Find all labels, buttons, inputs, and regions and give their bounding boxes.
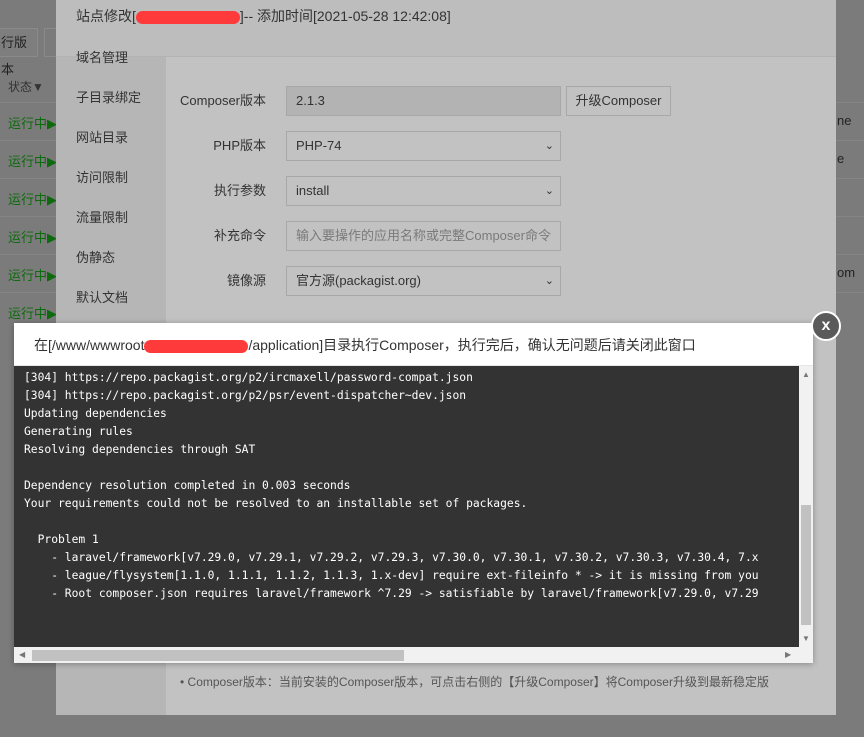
mirror-label: 镜像源	[226, 273, 266, 288]
placeholder: 输入要操作的应用名称或完整Composer命令	[296, 228, 551, 243]
terminal-line: Updating dependencies	[24, 407, 167, 420]
tip-text: Composer版本：当前安装的Composer版本，可点击右侧的【升级Comp…	[187, 675, 769, 689]
title-suffix: ]-- 添加时间[2021-05-28 12:42:08]	[239, 8, 451, 24]
status-running[interactable]: 运行中▶	[8, 303, 57, 322]
terminal-line: [304] https://repo.packagist.org/p2/ircm…	[24, 371, 473, 384]
upgrade-composer-button[interactable]: 升级Composer	[566, 86, 671, 116]
sidebar-item-label: 子目录绑定	[76, 90, 142, 105]
title-prefix: 站点修改[	[76, 8, 136, 24]
scroll-thumb[interactable]	[801, 505, 811, 625]
mirror-select[interactable]: 官方源(packagist.org) ⌄	[286, 266, 561, 296]
terminal-line: - Root composer.json requires laravel/fr…	[24, 587, 759, 600]
terminal-line: - league/flysystem[1.1.0, 1.1.1, 1.1.2, …	[24, 569, 759, 582]
extra-command-label: 补充命令	[213, 228, 266, 243]
status-running[interactable]: 运行中▶	[8, 265, 57, 284]
sidebar-item-label: 流量限制	[76, 210, 129, 225]
redaction	[135, 10, 240, 24]
sidebar-item-label: 网站目录	[76, 130, 129, 145]
exec-modal-title: 在[/www/wwwroot/application]目录执行Composer，…	[14, 323, 813, 366]
args-select[interactable]: install ⌄	[286, 176, 561, 206]
status-running[interactable]: 运行中▶	[8, 113, 57, 132]
background-version-button[interactable]: 行版本	[0, 28, 38, 77]
mirror-value: 官方源(packagist.org)	[296, 273, 421, 288]
sidebar-item-label: 访问限制	[76, 170, 129, 185]
chevron-down-icon: ⌄	[544, 275, 554, 287]
vertical-scrollbar[interactable]: ▲ ▼	[799, 366, 813, 647]
status-running[interactable]: 运行中▶	[8, 151, 57, 170]
terminal-line: Your requirements could not be resolved …	[24, 497, 528, 510]
composer-version-label: Composer版本	[180, 93, 266, 108]
status-running[interactable]: 运行中▶	[8, 189, 57, 208]
chevron-down-icon: ⌄	[544, 140, 554, 152]
sidebar-item-label: 伪静态	[76, 250, 116, 265]
php-version-select[interactable]: PHP-74 ⌄	[286, 131, 561, 161]
row-domain-fragment: om	[837, 265, 856, 280]
chevron-down-icon: ⌄	[544, 185, 554, 197]
close-icon[interactable]: x	[811, 311, 841, 341]
title-suffix: /application]目录执行Composer，执行完后，确认无问题后请关闭…	[248, 337, 696, 353]
terminal-line: - laravel/framework[v7.29.0, v7.29.1, v7…	[24, 551, 759, 564]
title-prefix: 在[/www/wwwroot	[34, 337, 145, 353]
sidebar-item-label: 域名管理	[76, 50, 129, 65]
php-version-value: PHP-74	[296, 138, 342, 153]
status-column-header[interactable]: 状态▼	[8, 78, 44, 95]
terminal-line: Dependency resolution completed in 0.003…	[24, 479, 351, 492]
status-running[interactable]: 运行中▶	[8, 227, 57, 246]
row-domain-fragment: e	[837, 151, 845, 166]
horizontal-scrollbar[interactable]: ◀ ▶	[14, 647, 813, 663]
composer-exec-modal: 在[/www/wwwroot/application]目录执行Composer，…	[14, 311, 841, 663]
terminal-line: [304] https://repo.packagist.org/p2/psr/…	[24, 389, 467, 402]
composer-version-field: 2.1.3	[286, 86, 561, 116]
args-value: install	[296, 183, 330, 198]
php-version-label: PHP版本	[213, 138, 266, 153]
terminal-output: [304] https://repo.packagist.org/p2/ircm…	[14, 366, 799, 647]
extra-command-input[interactable]: 输入要操作的应用名称或完整Composer命令	[286, 221, 561, 251]
terminal-line: Generating rules	[24, 425, 133, 438]
scroll-thumb[interactable]	[32, 650, 404, 661]
redaction	[144, 339, 249, 353]
terminal-line: Problem 1	[24, 533, 99, 546]
modal-title: 站点修改[ ]-- 添加时间[2021-05-28 12:42:08]	[56, 0, 836, 57]
help-tip: • Composer版本：当前安装的Composer版本，可点击右侧的【升级Co…	[180, 675, 769, 689]
row-domain-fragment: ne	[837, 113, 852, 128]
args-label: 执行参数	[213, 183, 266, 198]
terminal-line: Resolving dependencies through SAT	[24, 443, 256, 456]
sidebar-item-label: 默认文档	[76, 290, 129, 305]
